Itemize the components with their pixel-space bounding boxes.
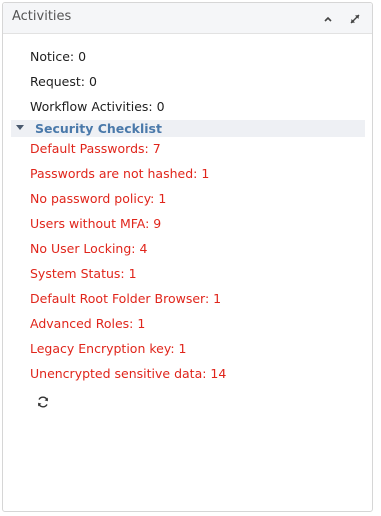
notice-count[interactable]: Notice: 0 <box>30 49 86 65</box>
refresh-icon[interactable] <box>36 394 50 408</box>
expand-arrows-icon[interactable] <box>348 12 362 26</box>
checklist-item-no-user-locking[interactable]: No User Locking: 4 <box>30 241 147 257</box>
panel-header: Activities <box>3 3 372 34</box>
panel-body: Notice: 0 Request: 0 Workflow Activities… <box>3 34 372 511</box>
chevron-up-icon[interactable] <box>321 12 335 26</box>
checklist-item-default-root-folder-browser[interactable]: Default Root Folder Browser: 1 <box>30 291 221 307</box>
activities-panel: Activities Notice: 0 Request: 0 Workflow… <box>2 2 373 512</box>
security-checklist-header[interactable]: Security Checklist <box>11 120 365 137</box>
panel-title: Activities <box>12 9 72 24</box>
checklist-item-default-passwords[interactable]: Default Passwords: 7 <box>30 141 161 157</box>
request-count[interactable]: Request: 0 <box>30 74 97 90</box>
checklist-item-passwords-not-hashed[interactable]: Passwords are not hashed: 1 <box>30 166 209 182</box>
checklist-item-system-status[interactable]: System Status: 1 <box>30 266 137 282</box>
checklist-item-no-password-policy[interactable]: No password policy: 1 <box>30 191 166 207</box>
checklist-item-unencrypted-sensitive-data[interactable]: Unencrypted sensitive data: 14 <box>30 366 226 382</box>
security-checklist-title: Security Checklist <box>35 121 162 136</box>
workflow-activities-count[interactable]: Workflow Activities: 0 <box>30 99 165 115</box>
checklist-item-users-without-mfa[interactable]: Users without MFA: 9 <box>30 216 161 232</box>
caret-down-icon[interactable] <box>16 125 24 130</box>
checklist-item-legacy-encryption-key[interactable]: Legacy Encryption key: 1 <box>30 341 186 357</box>
checklist-item-advanced-roles[interactable]: Advanced Roles: 1 <box>30 316 145 332</box>
